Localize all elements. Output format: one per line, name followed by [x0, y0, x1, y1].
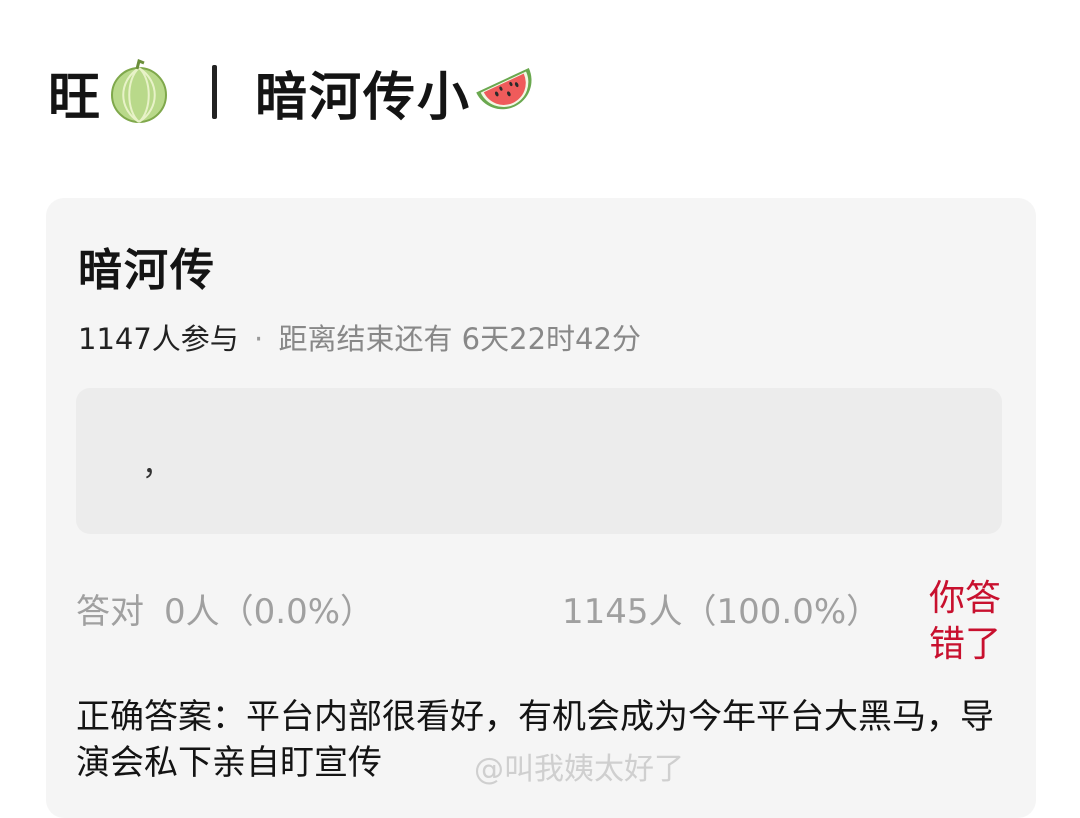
- wrong-stats: 1145人（100.0%）: [562, 592, 881, 632]
- quiz-meta: 1147人参与 · 距离结束还有 6天22时42分: [78, 316, 641, 358]
- quiz-title: 暗河传: [78, 245, 216, 296]
- verdict-label: 你答错了: [929, 578, 1002, 665]
- melon-icon: [111, 59, 168, 123]
- option-text: ，: [142, 448, 172, 483]
- watermark: @叫我姨太好了: [474, 752, 684, 787]
- correct-stats: 答对 0人（0.0%）: [76, 584, 374, 633]
- post-header: 旺 暗河传小: [48, 54, 545, 130]
- header-divider: [212, 65, 218, 119]
- quiz-card: 暗河传 1147人参与 · 距离结束还有 6天22时42分 ， 答对 0人（0.0…: [46, 198, 1036, 818]
- correct-label: 答对: [76, 592, 144, 632]
- time-remaining: 距离结束还有 6天22时42分: [278, 322, 641, 356]
- quiz-option[interactable]: ，: [76, 388, 1002, 534]
- participants-count: 1147人参与: [78, 322, 239, 356]
- watermelon-icon: [476, 67, 532, 110]
- correct-count: 0人（0.0%）: [164, 592, 375, 632]
- header-right-text: 暗河传小: [255, 67, 472, 128]
- meta-separator: ·: [254, 322, 264, 356]
- result-row: 答对 0人（0.0%） 1145人（100.0%） 你答错了: [76, 576, 1006, 672]
- header-left-text: 旺: [48, 67, 103, 128]
